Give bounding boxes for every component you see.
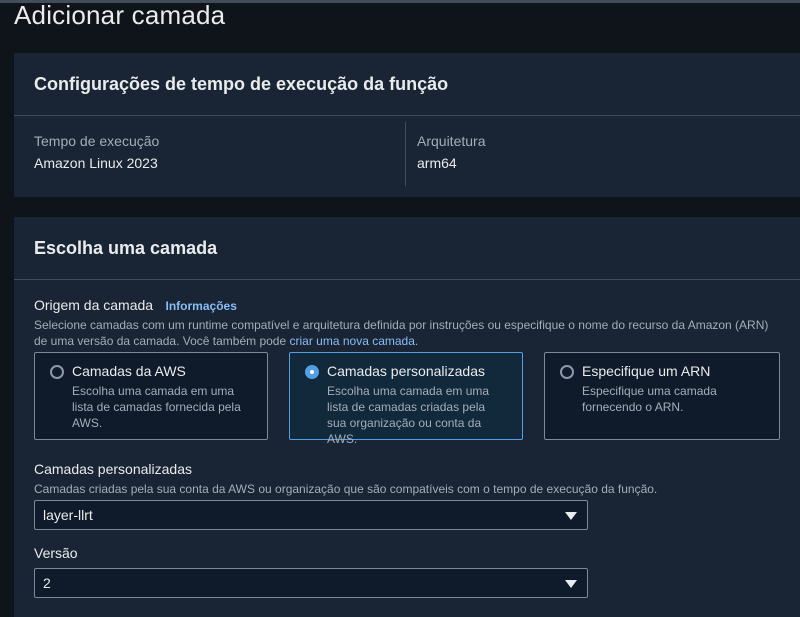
- layer-source-desc-line2-suffix: .: [414, 334, 419, 348]
- option-custom-layers[interactable]: Camadas personalizadas Escolha uma camad…: [289, 352, 523, 446]
- option-aws-layers-title: Camadas da AWS: [72, 363, 186, 379]
- option-specify-arn-title: Especifique um ARN: [582, 363, 711, 379]
- choose-layer-card: Escolha uma camada Origem da camada Info…: [14, 217, 800, 617]
- version-selected-value: 2: [43, 575, 51, 591]
- architecture-field: Arquitetura arm64: [397, 116, 505, 171]
- runtime-details: Tempo de execução Amazon Linux 2023 Arqu…: [14, 116, 800, 196]
- page-title: Adicionar camada: [14, 0, 226, 30]
- layer-source-desc-line2-prefix: de uma versão da camada. Você também pod…: [34, 334, 290, 348]
- layer-source-desc-line1: Selecione camadas com um runtime compatí…: [34, 318, 769, 332]
- layer-source-description: Selecione camadas com um runtime compatí…: [34, 317, 800, 349]
- radio-specify-arn[interactable]: [560, 365, 574, 379]
- option-custom-layers-title: Camadas personalizadas: [327, 363, 485, 379]
- version-label: Versão: [34, 545, 78, 561]
- option-specify-arn-desc: Especifique uma camada fornecendo o ARN.: [582, 384, 717, 414]
- layer-source-label: Origem da camada: [34, 297, 154, 313]
- runtime-field: Tempo de execução Amazon Linux 2023: [14, 116, 406, 196]
- option-specify-arn[interactable]: Especifique um ARN Especifique uma camad…: [544, 352, 780, 440]
- custom-layers-select[interactable]: layer-llrt: [34, 500, 588, 530]
- radio-aws-layers[interactable]: [50, 365, 64, 379]
- version-select[interactable]: 2: [34, 568, 588, 598]
- create-layer-link[interactable]: criar uma nova camada: [290, 334, 415, 348]
- caret-down-icon: [565, 512, 577, 520]
- custom-layers-selected-value: layer-llrt: [43, 507, 93, 523]
- runtime-label: Tempo de execução: [34, 133, 160, 149]
- radio-custom-layers[interactable]: [305, 365, 319, 379]
- runtime-settings-card: Configurações de tempo de execução da fu…: [14, 53, 800, 197]
- architecture-value: arm64: [417, 155, 457, 171]
- info-link[interactable]: Informações: [166, 299, 237, 313]
- layer-source-desc-line2: de uma versão da camada. Você também pod…: [34, 333, 800, 349]
- choose-layer-title: Escolha uma camada: [14, 217, 800, 280]
- layer-source-header: Origem da camada Informações: [34, 297, 237, 315]
- caret-down-icon: [565, 580, 577, 588]
- architecture-label: Arquitetura: [417, 133, 486, 149]
- option-aws-layers[interactable]: Camadas da AWS Escolha uma camada em uma…: [34, 352, 268, 440]
- runtime-settings-title: Configurações de tempo de execução da fu…: [14, 53, 800, 116]
- custom-layers-description: Camadas criadas pela sua conta da AWS ou…: [34, 482, 658, 496]
- runtime-value: Amazon Linux 2023: [34, 155, 158, 171]
- custom-layers-label: Camadas personalizadas: [34, 461, 192, 477]
- option-aws-layers-desc: Escolha uma camada em uma lista de camad…: [72, 384, 241, 430]
- option-custom-layers-desc: Escolha uma camada em uma lista de camad…: [327, 384, 490, 446]
